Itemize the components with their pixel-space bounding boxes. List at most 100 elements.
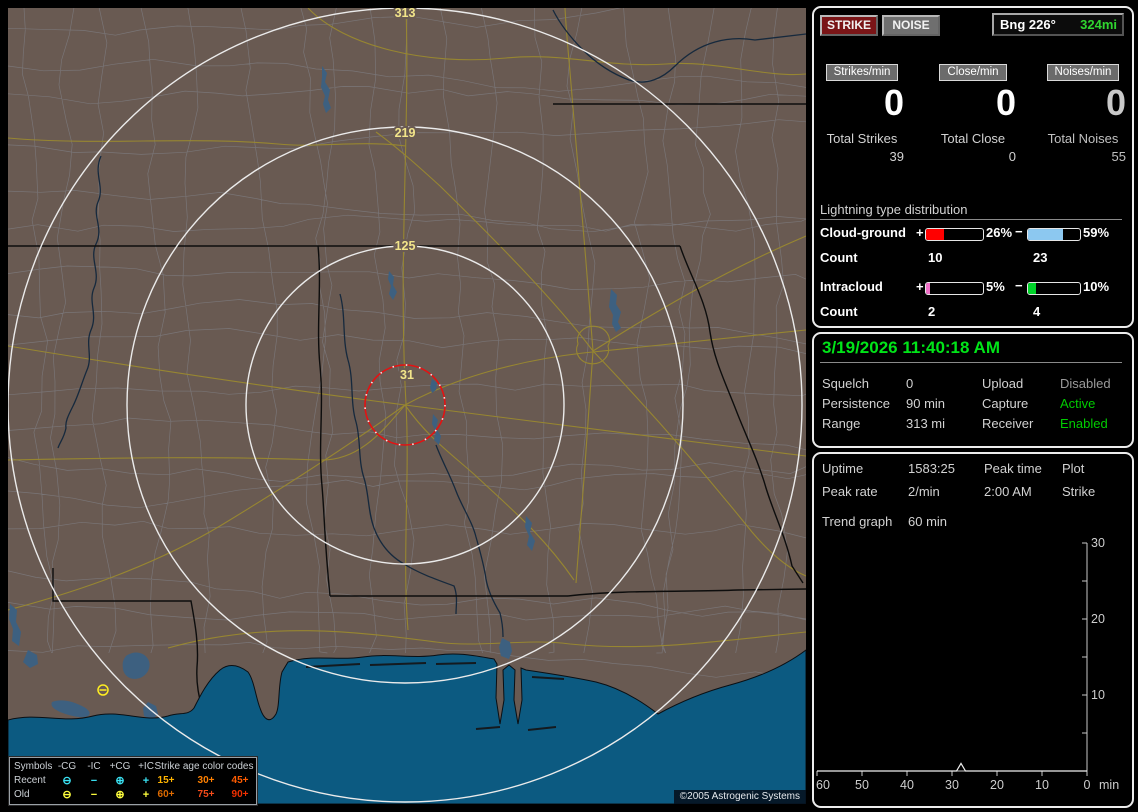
legend-header-pcg: +CG	[109, 761, 131, 772]
datetime-display: 3/19/2026 11:40:18 AM	[822, 338, 1000, 357]
ring-label-31: 31	[400, 368, 414, 382]
age-60: 60+	[157, 789, 175, 800]
close-per-min-chip[interactable]: Close/min	[939, 64, 1007, 81]
ic-plus-bar-fill	[926, 283, 930, 294]
ic-plus-pct: 5%	[986, 279, 1005, 294]
close-per-min-value: 0	[995, 82, 1016, 123]
legend-header-symbols: Symbols	[14, 761, 53, 772]
ring-label-313: 313	[395, 8, 416, 20]
old-neg-ic-icon: −	[90, 789, 98, 801]
ring-label-219: 219	[395, 126, 416, 140]
capture-status: Active	[1060, 396, 1096, 411]
legend-row-old-label: Old	[14, 789, 30, 800]
recent-neg-ic-icon: −	[90, 775, 98, 787]
ic-minus-pct: 10%	[1083, 279, 1110, 294]
strikes-per-min-value: 0	[883, 82, 904, 123]
range-value: 313 mi	[906, 416, 946, 431]
legend-header-nic: -IC	[87, 761, 101, 772]
close-per-min-chip-wrap: Close/min	[930, 63, 1016, 81]
cloud-ground-label: Cloud-ground	[820, 225, 906, 240]
noises-per-min-chip[interactable]: Noises/min	[1046, 64, 1120, 81]
minus-sign: −	[1015, 278, 1023, 293]
cg-minus-bar-fill	[1028, 229, 1063, 240]
x-tick-40: 40	[900, 778, 914, 792]
cg-plus-count: 10	[928, 250, 943, 265]
cg-plus-bar	[925, 228, 984, 241]
recent-pos-cg-icon: ⊕	[115, 775, 125, 787]
noises-per-min-value: 0	[1105, 82, 1126, 123]
squelch-label: Squelch	[822, 376, 869, 391]
upload-status: Disabled	[1060, 376, 1111, 391]
cg-minus-pct: 59%	[1083, 225, 1110, 240]
ic-minus-bar	[1027, 282, 1081, 295]
minus-sign: −	[1015, 224, 1023, 239]
cg-minus-bar	[1027, 228, 1081, 241]
upload-label: Upload	[982, 376, 1024, 391]
age-75: 75+	[197, 789, 215, 800]
trend-trace	[817, 762, 1087, 772]
y-tick-20: 20	[1091, 612, 1105, 626]
cg-count-label: Count	[820, 250, 858, 265]
total-close-value: 0	[1008, 149, 1016, 164]
y-tick-30: 30	[1091, 536, 1105, 550]
ic-count-label: Count	[820, 304, 858, 319]
strike-button[interactable]: STRIKE	[820, 15, 878, 36]
trend-graph: 30 20 10 60 50 40 30 20 10 0 min	[816, 536, 1119, 792]
status-panel: 3/19/2026 11:40:18 AM Squelch 0 Upload D…	[812, 332, 1134, 448]
range-label: Range	[822, 416, 861, 431]
x-tick-10: 10	[1035, 778, 1049, 792]
noises-per-min-chip-wrap: Noises/min	[1040, 63, 1126, 81]
x-tick-30: 30	[945, 778, 959, 792]
map-canvas: 313 219 125 31	[8, 8, 806, 804]
total-close-label: Total Close	[940, 131, 1006, 146]
distribution-divider	[820, 219, 1122, 220]
persistence-label: Persistence	[822, 396, 890, 411]
age-45: 45+	[231, 775, 249, 786]
strikes-per-min-chip-wrap: Strikes/min	[820, 63, 904, 81]
ic-plus-count: 2	[928, 304, 936, 319]
x-tick-20: 20	[990, 778, 1004, 792]
age-30: 30+	[197, 775, 215, 786]
distribution-header: Lightning type distribution	[820, 202, 968, 217]
x-tick-0: 0	[1084, 778, 1091, 792]
bearing-distance: 324mi	[1080, 17, 1117, 32]
counters-panel: STRIKE NOISE Bng 226° 324mi Strikes/min …	[812, 6, 1134, 328]
strike-map[interactable]: 313 219 125 31 Symbols -CG -IC +CG +IC S…	[8, 8, 806, 806]
persistence-value: 90 min	[906, 396, 946, 411]
bearing-display: Bng 226° 324mi	[992, 13, 1124, 36]
receiver-status: Enabled	[1060, 416, 1108, 431]
cg-plus-bar-fill	[926, 229, 945, 240]
total-strikes-label: Total Strikes	[826, 131, 898, 146]
x-tick-60: 60	[816, 778, 830, 792]
ic-plus-bar	[925, 282, 984, 295]
cg-minus-count: 23	[1033, 250, 1048, 265]
old-neg-cg-icon: ⊖	[62, 789, 72, 801]
total-noises-value: 55	[1111, 149, 1126, 164]
intracloud-label: Intracloud	[820, 279, 883, 294]
cg-plus-pct: 26%	[986, 225, 1013, 240]
noise-button[interactable]: NOISE	[882, 15, 940, 36]
symbol-legend: Symbols -CG -IC +CG +IC Strike age color…	[8, 756, 258, 806]
plus-sign: +	[916, 225, 924, 240]
bearing-value: Bng 226°	[1000, 17, 1056, 32]
recent-neg-cg-icon: ⊖	[62, 775, 72, 787]
x-axis-unit: min	[1099, 778, 1119, 792]
legend-header-ncg: -CG	[57, 761, 77, 772]
receiver-label: Receiver	[982, 416, 1034, 431]
total-strikes-value: 39	[889, 149, 904, 164]
trend-tick-labels: 30 20 10 60 50 40 30 20 10 0 min	[816, 536, 1119, 792]
legend-row-recent-label: Recent	[14, 775, 46, 786]
age-15: 15+	[157, 775, 175, 786]
strikes-per-min-chip[interactable]: Strikes/min	[825, 64, 899, 81]
capture-label: Capture	[982, 396, 1029, 411]
total-noises-label: Total Noises	[1047, 131, 1119, 146]
old-pos-cg-icon: ⊕	[115, 789, 125, 801]
ic-minus-count: 4	[1033, 304, 1041, 319]
ring-label-125: 125	[395, 239, 416, 253]
squelch-value: 0	[906, 376, 914, 391]
datetime-divider	[820, 362, 1122, 363]
age-90: 90+	[231, 789, 249, 800]
x-tick-50: 50	[855, 778, 869, 792]
plus-sign: +	[916, 279, 924, 294]
trend-panel: Uptime 1583:25 Peak time Plot Peak rate …	[812, 452, 1134, 808]
